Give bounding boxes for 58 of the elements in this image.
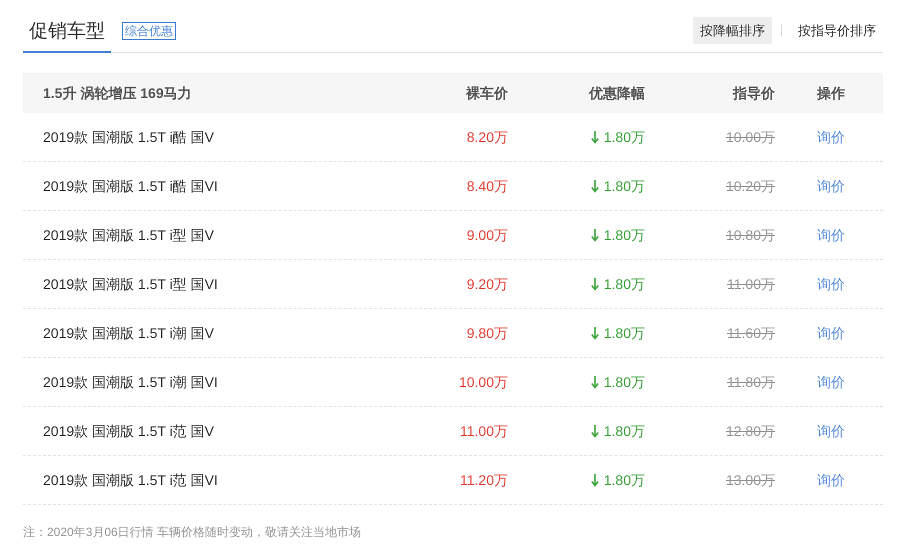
guide-price: 10.00万 — [726, 128, 775, 144]
price-drop: 1.80万 — [604, 470, 645, 490]
sale-price: 11.00万 — [460, 422, 508, 438]
down-arrow-icon — [590, 424, 599, 438]
section-tab[interactable]: 促销车型 — [23, 19, 111, 53]
column-header: 操作 — [817, 84, 845, 100]
sale-price: 10.00万 — [458, 374, 508, 390]
down-arrow-icon — [590, 326, 599, 340]
guide-price: 10.80万 — [726, 226, 775, 242]
guide-price: 11.60万 — [727, 324, 775, 340]
sort-button[interactable]: 按降幅排序 — [693, 16, 772, 44]
down-arrow-icon — [590, 180, 599, 192]
price-drop: 1.80万 — [604, 324, 645, 342]
car-model: 2019款 国潮版 1.5T i潮 国VI — [43, 374, 218, 390]
car-model: 2019款 国潮版 1.5T i范 国VI — [43, 472, 218, 488]
car-model: 2019款 国潮版 1.5T i潮 国V — [43, 324, 214, 340]
price-drop: 1.80万 — [604, 176, 645, 196]
price-drop: 1.80万 — [604, 422, 645, 440]
column-header: 优惠降幅 — [589, 84, 645, 100]
guide-price: 11.00万 — [727, 276, 775, 292]
inquiry-link[interactable]: 询价 — [817, 276, 845, 292]
promo-tag: 综合优惠 — [122, 22, 176, 40]
column-header: 1.5升 涡轮增压 169马力 — [43, 84, 192, 100]
sale-price: 8.20万 — [466, 128, 508, 144]
down-arrow-icon — [590, 130, 599, 144]
guide-price: 10.20万 — [726, 178, 775, 194]
guide-price: 13.00万 — [726, 472, 775, 488]
inquiry-link[interactable]: 询价 — [817, 422, 845, 438]
down-arrow-icon — [590, 376, 599, 388]
down-arrow-icon — [590, 474, 599, 486]
price-drop: 1.80万 — [604, 274, 645, 294]
sale-price: 11.20万 — [460, 472, 508, 488]
car-model: 2019款 国潮版 1.5T i酷 国VI — [43, 178, 218, 194]
down-arrow-icon — [590, 228, 599, 242]
inquiry-link[interactable]: 询价 — [817, 178, 845, 194]
guide-price: 11.80万 — [727, 374, 775, 390]
sale-price: 8.40万 — [466, 178, 508, 194]
car-model: 2019款 国潮版 1.5T i型 国V — [43, 226, 214, 242]
inquiry-link[interactable]: 询价 — [817, 472, 845, 488]
inquiry-link[interactable]: 询价 — [817, 324, 845, 340]
price-drop: 1.80万 — [604, 372, 645, 392]
sale-price: 9.00万 — [466, 226, 508, 242]
inquiry-link[interactable]: 询价 — [817, 226, 845, 242]
sort-button[interactable]: 按指导价排序 — [791, 16, 883, 44]
price-drop: 1.80万 — [604, 128, 645, 146]
car-model: 2019款 国潮版 1.5T i型 国VI — [43, 276, 218, 292]
down-arrow-icon — [590, 278, 599, 290]
column-header: 裸车价 — [466, 84, 508, 100]
price-note: 注：2020年3月06日行情 车辆价格随时变动，敬请关注当地市场 — [23, 524, 362, 541]
column-header: 指导价 — [733, 84, 775, 100]
sale-price: 9.20万 — [466, 276, 508, 292]
inquiry-link[interactable]: 询价 — [817, 128, 845, 144]
car-model: 2019款 国潮版 1.5T i酷 国V — [43, 128, 214, 144]
car-model: 2019款 国潮版 1.5T i范 国V — [43, 422, 214, 438]
inquiry-link[interactable]: 询价 — [817, 374, 845, 390]
sale-price: 9.80万 — [466, 324, 508, 340]
guide-price: 12.80万 — [726, 422, 775, 438]
price-drop: 1.80万 — [604, 226, 645, 244]
